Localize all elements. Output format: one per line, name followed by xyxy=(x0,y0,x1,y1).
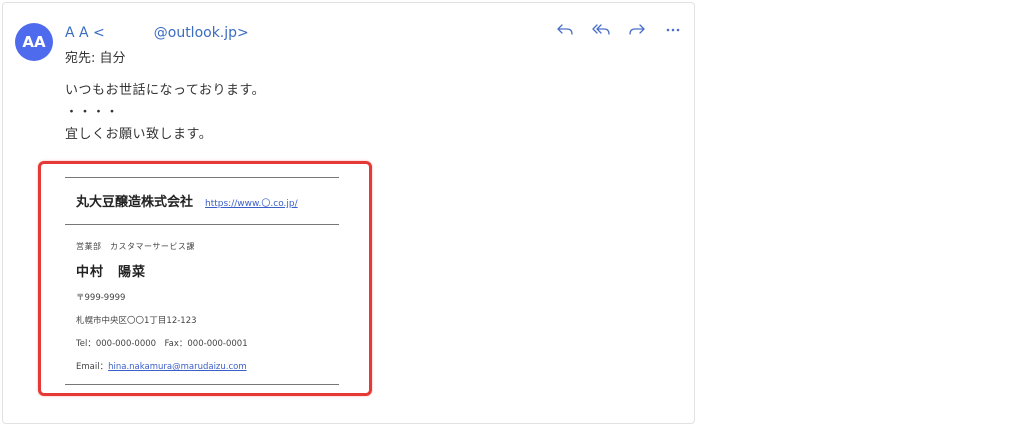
signature-tel-fax: Tel：000-000-0000 Fax：000-000-0001 xyxy=(76,339,248,349)
body-line-greeting: いつもお世話になっております。 xyxy=(65,83,266,98)
signature-email-link[interactable]: hina.nakamura@marudaizu.com xyxy=(108,362,247,372)
body-line-ellipsis: ・・・・ xyxy=(65,105,120,120)
recipient-line: 宛先: 自分 xyxy=(65,51,126,66)
signature-company: 丸大豆醸造株式会社 xyxy=(76,195,194,210)
email-signature: 丸大豆醸造株式会社 https://www.〇.co.jp/ 営業部 カスタマー… xyxy=(65,177,339,385)
signature-department: 営業部 カスタマーサービス課 xyxy=(76,242,195,251)
signature-postal-code: 〒999-9999 xyxy=(76,293,126,303)
signature-person-name: 中村 陽菜 xyxy=(76,265,147,280)
reply-button[interactable] xyxy=(552,19,578,39)
reply-icon xyxy=(557,24,573,35)
signature-email-row: Email：hina.nakamura@marudaizu.com xyxy=(76,360,339,372)
signature-address: 札幌市中央区〇〇1丁目12-123 xyxy=(76,316,197,326)
forward-button[interactable] xyxy=(624,19,650,39)
more-actions-button[interactable] xyxy=(660,19,686,39)
sender-address[interactable]: A A < @outlook.jp> xyxy=(65,25,249,41)
body-line-closing: 宜しくお願い致します。 xyxy=(65,127,213,142)
signature-company-row: 丸大豆醸造株式会社 https://www.〇.co.jp/ xyxy=(65,178,339,224)
sender-name: A A < xyxy=(65,25,105,41)
email-message-card: AA A A < @outlook.jp> 宛先: 自分 いつもお世話になってお… xyxy=(2,2,695,424)
signature-url-link[interactable]: https://www.〇.co.jp/ xyxy=(205,196,298,209)
reply-all-button[interactable] xyxy=(588,19,614,39)
reply-all-icon xyxy=(592,24,610,35)
signature-email-label: Email： xyxy=(76,362,109,372)
avatar[interactable]: AA xyxy=(15,23,53,61)
sender-domain: @outlook.jp> xyxy=(153,25,249,41)
message-actions xyxy=(552,19,686,39)
signature-bottom-rule xyxy=(65,384,339,385)
more-icon xyxy=(666,28,680,32)
forward-icon xyxy=(629,24,645,35)
signature-details: 営業部 カスタマーサービス課 中村 陽菜 〒999-9999 札幌市中央区〇〇1… xyxy=(65,225,339,384)
